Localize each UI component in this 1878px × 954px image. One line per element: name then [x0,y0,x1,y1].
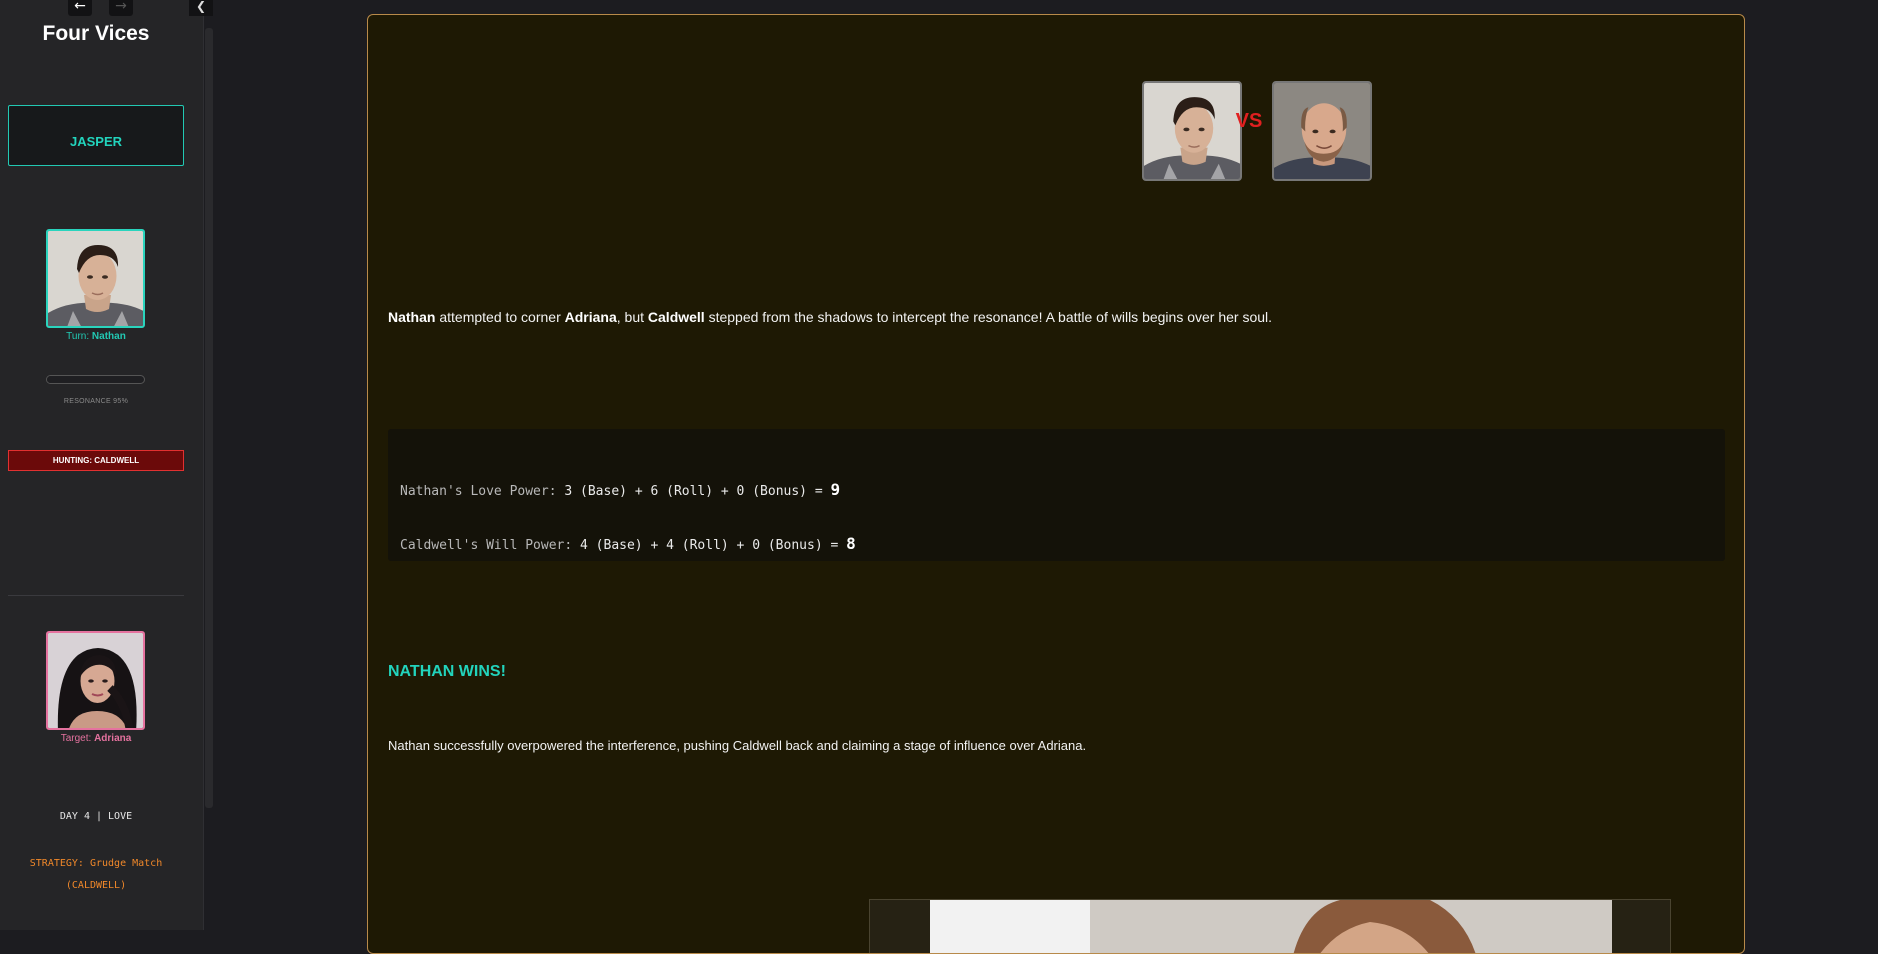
chevron-left-icon: ❮ [195,0,207,13]
hunting-badge: HUNTING: CALDWELL [8,450,184,471]
sidebar: ← → Four Vices JASPER Turn: Nathan RESON… [0,0,204,930]
strategy-line-2: (CALDWELL) [65,880,127,891]
power-calculation-box: Nathan's Love Power: 3 (Base) + 6 (Roll)… [388,429,1725,561]
power-line-label: Nathan's Love Power: [400,484,557,499]
strategy-label: STRATEGY: Grudge Match (CALDWELL) [12,853,180,897]
resonance-fill [47,376,140,383]
target-character-name: Adriana [94,733,132,744]
turn-character-name: Nathan [91,331,126,342]
target-character-portrait[interactable] [46,631,145,730]
strategy-line-1: STRATEGY: Grudge Match [29,858,163,869]
nathan-portrait-image [48,231,143,326]
intro-text-part-1: attempted to corner [435,309,565,325]
turn-character-portrait[interactable] [46,229,145,328]
power-line-label: Caldwell's Will Power: [400,538,573,553]
nathan-vs-image [1144,83,1240,179]
encounter-outcome-text: Nathan successfully overpowered the inte… [388,738,1087,753]
attacker-portrait [1142,81,1242,181]
scene-photo [870,900,1670,953]
intro-text-part-3: stepped from the shadows to intercept th… [704,309,1273,325]
turn-label: Turn: Nathan [0,331,192,342]
turn-prefix: Turn: [66,331,92,342]
arrow-right-icon: → [115,0,127,14]
vs-label: VS [1235,110,1263,132]
player-name: JASPER [69,134,123,149]
defender-power-line: Caldwell's Will Power: 4 (Base) + 4 (Rol… [400,534,856,553]
arrow-left-icon: ← [74,0,86,14]
main-content: VS Nathan attempted to corner Adriana, b… [214,0,1878,954]
caldwell-vs-image [1274,83,1370,179]
sidebar-collapse-button[interactable]: ❮ [189,0,213,16]
power-line-formula: 4 (Base) + 4 (Roll) + 0 (Bonus) = [572,538,847,553]
intro-actor-name: Nathan [388,309,436,325]
power-line-total: 8 [846,534,856,553]
power-line-total: 9 [830,480,841,499]
app-title: Four Vices [42,22,150,45]
player-name-box[interactable]: JASPER [8,105,184,166]
day-phase-label: DAY 4 | LOVE [59,811,133,822]
intro-interceptor-name: Caldwell [647,309,705,325]
defender-portrait [1272,81,1372,181]
resonance-label: RESONANCE 95% [63,398,129,405]
scene-image [869,899,1671,953]
encounter-intro-text: Nathan attempted to corner Adriana, but … [388,309,1728,325]
sidebar-divider [8,595,184,596]
power-line-formula: 3 (Base) + 6 (Roll) + 0 (Bonus) = [556,484,831,499]
sidebar-scrollbar[interactable] [205,28,213,808]
winner-heading: NATHAN WINS! [388,663,506,680]
target-label: Target: Adriana [0,733,192,744]
nav-forward-button[interactable]: → [109,0,133,16]
intro-text-part-2: , but [616,309,648,325]
resonance-bar [46,375,145,384]
target-prefix: Target: [60,733,95,744]
encounter-card: VS Nathan attempted to corner Adriana, b… [367,14,1745,954]
intro-target-name: Adriana [564,309,617,325]
nav-back-button[interactable]: ← [68,0,92,16]
adriana-portrait-image [48,633,143,728]
attacker-power-line: Nathan's Love Power: 3 (Base) + 6 (Roll)… [400,480,840,499]
